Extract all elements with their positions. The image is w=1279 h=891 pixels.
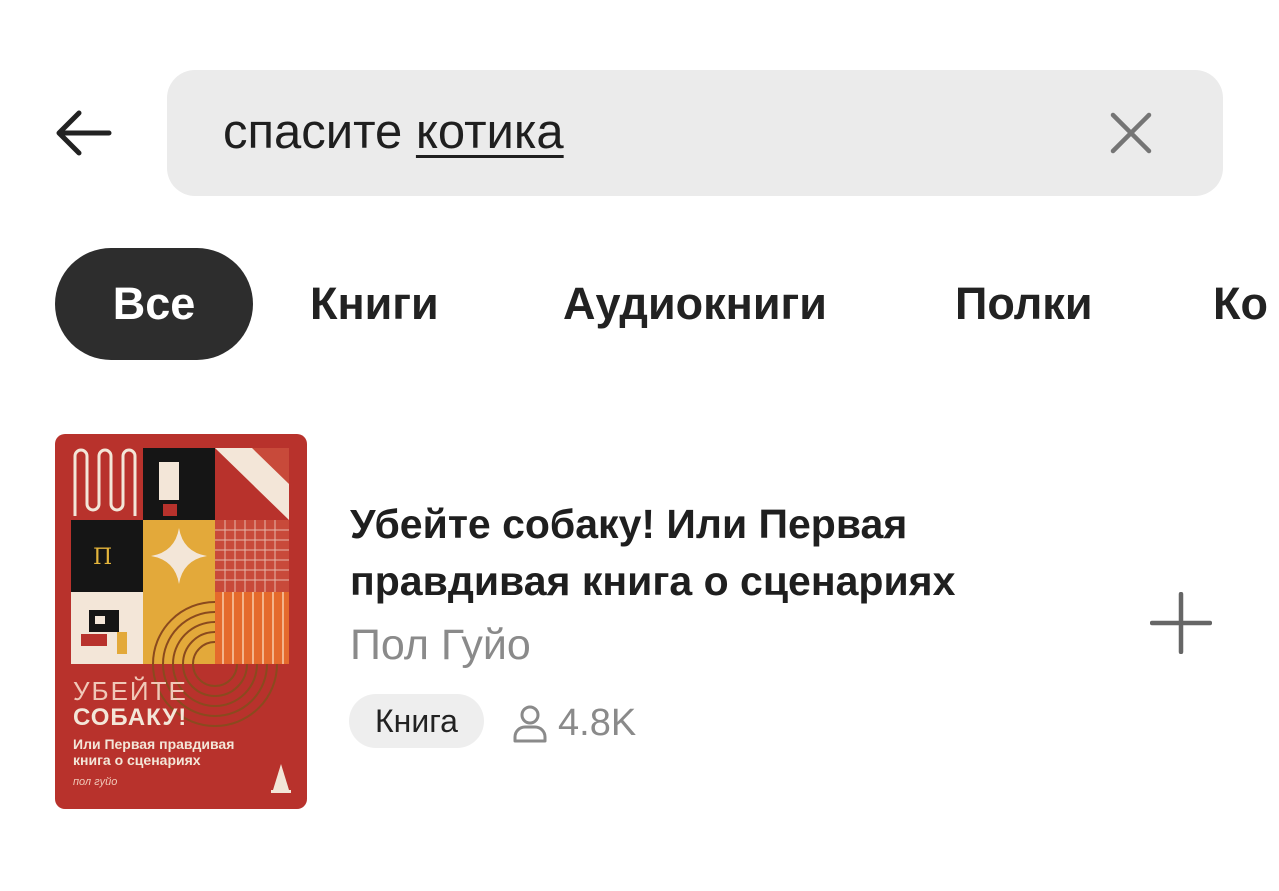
svg-text:П: П xyxy=(93,545,112,570)
plus-icon xyxy=(1150,592,1212,654)
person-icon xyxy=(513,705,547,743)
book-author[interactable]: Пол Гуйо xyxy=(350,617,531,673)
cover-subtitle-line1: Или Первая правдивая xyxy=(73,736,235,752)
publisher-logo-icon xyxy=(271,764,291,793)
book-title[interactable]: Убейте собаку! Или Первая правдивая книг… xyxy=(350,496,1110,610)
book-cover[interactable]: П УБЕЙТЕ СОБАКУ! Или Первая правдивая кн… xyxy=(55,434,307,809)
cover-title-line2: СОБАКУ! xyxy=(73,704,188,731)
tab-audiobooks[interactable]: Аудиокниги xyxy=(563,248,827,360)
readers-count: 4.8K xyxy=(512,698,636,748)
search-query-text: спасите xyxy=(223,105,416,159)
close-icon xyxy=(1110,112,1152,154)
arrow-left-icon xyxy=(56,110,112,156)
filter-tabs: Все Книги Аудиокниги Полки Ко xyxy=(0,248,1279,360)
tab-collections[interactable]: Ко xyxy=(1213,248,1268,360)
search-input[interactable]: спасите котика xyxy=(223,102,564,162)
back-button[interactable] xyxy=(50,98,116,168)
cover-author: пол гуйо xyxy=(73,776,118,788)
cover-title-line1: УБЕЙТЕ xyxy=(73,676,188,706)
tab-books[interactable]: Книги xyxy=(310,248,439,360)
add-to-shelf-button[interactable] xyxy=(1148,590,1214,656)
search-query-underlined: котика xyxy=(415,105,564,159)
tab-shelves[interactable]: Полки xyxy=(955,248,1092,360)
readers-count-value: 4.8K xyxy=(558,701,637,744)
book-type-badge: Книга xyxy=(349,694,484,748)
search-field[interactable]: спасите котика xyxy=(167,70,1223,196)
cover-subtitle-line2: книга о сценариях xyxy=(73,752,201,768)
clear-search-button[interactable] xyxy=(1103,105,1159,161)
tab-all[interactable]: Все xyxy=(55,248,253,360)
